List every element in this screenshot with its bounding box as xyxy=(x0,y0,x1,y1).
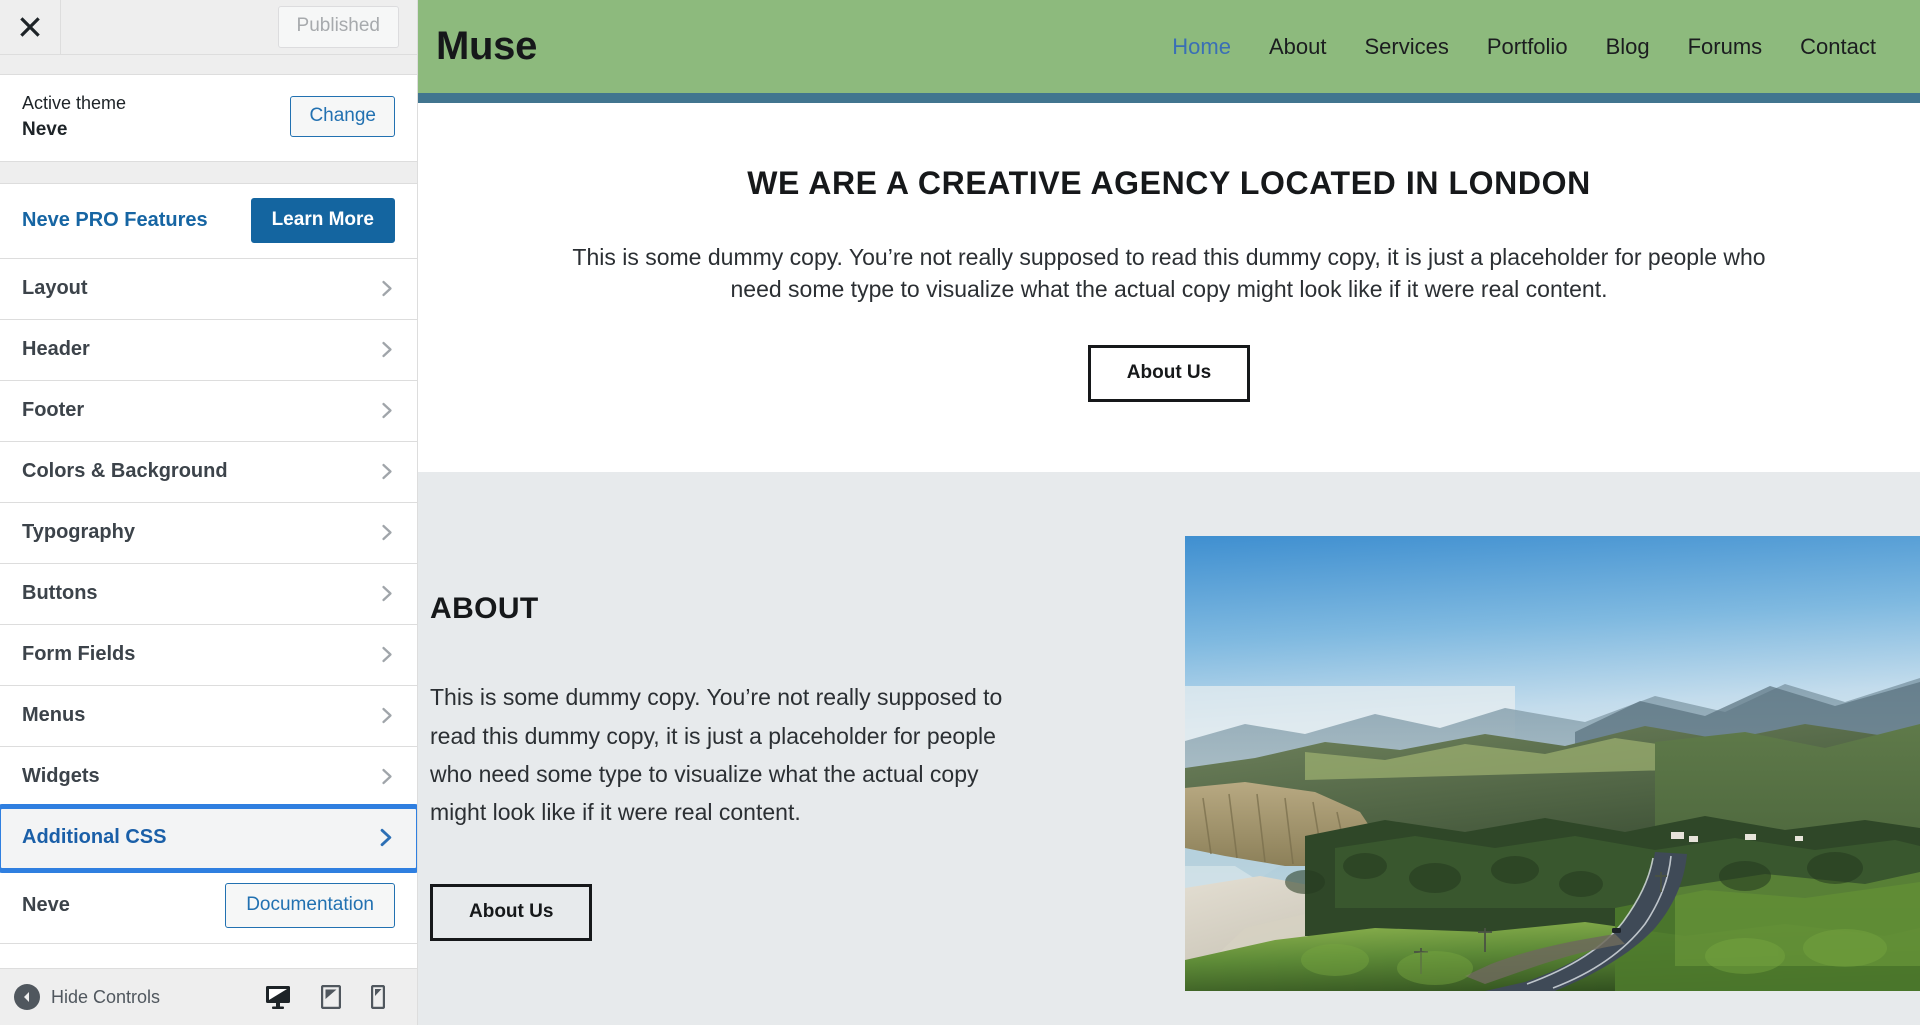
chevron-right-icon xyxy=(378,706,397,725)
tablet-preview-icon[interactable] xyxy=(321,985,341,1009)
collapse-left-icon xyxy=(14,984,40,1010)
topbar-divider-strip xyxy=(0,55,417,75)
neve-pro-row: Neve PRO Features Learn More xyxy=(0,183,417,259)
sidebar-item-layout[interactable]: Layout xyxy=(0,258,417,320)
theme-footer-row: Neve Documentation xyxy=(0,868,417,944)
site-logo[interactable]: Muse xyxy=(436,24,537,69)
about-section: ABOUT This is some dummy copy. You’re no… xyxy=(418,472,1920,1025)
pro-divider-strip xyxy=(0,161,417,184)
customizer-bottom-bar: Hide Controls xyxy=(0,968,417,1025)
sidebar-item-footer[interactable]: Footer xyxy=(0,380,417,442)
publish-area: Published xyxy=(61,0,417,54)
customizer-topbar: Published xyxy=(0,0,417,55)
change-theme-button[interactable]: Change xyxy=(290,96,395,138)
chevron-right-icon xyxy=(378,340,397,359)
sidebar-item-widgets[interactable]: Widgets xyxy=(0,746,417,808)
active-theme-name: Neve xyxy=(22,119,68,141)
active-theme-label: Active theme xyxy=(22,93,127,113)
sidebar-item-label: Form Fields xyxy=(22,643,136,666)
hide-controls-label: Hide Controls xyxy=(51,986,161,1007)
site-preview: Muse Home About Services Portfolio Blog … xyxy=(418,0,1920,1025)
sidebar-item-label: Additional CSS xyxy=(22,826,167,849)
neve-pro-label: Neve PRO Features xyxy=(22,208,208,231)
desktop-preview-icon[interactable] xyxy=(265,985,291,1009)
publish-button[interactable]: Published xyxy=(277,6,399,48)
nav-item-forums[interactable]: Forums xyxy=(1688,34,1763,60)
site-navigation: Home About Services Portfolio Blog Forum… xyxy=(1172,34,1876,60)
mobile-preview-icon[interactable] xyxy=(371,985,385,1009)
chevron-right-icon xyxy=(378,767,397,786)
hide-controls-button[interactable]: Hide Controls xyxy=(14,984,265,1010)
active-theme-info: Active theme Neve xyxy=(22,91,126,143)
nav-item-about[interactable]: About xyxy=(1269,34,1327,60)
chevron-right-icon xyxy=(378,645,397,664)
chevron-right-icon xyxy=(378,279,397,298)
chevron-right-icon xyxy=(378,462,397,481)
sidebar-item-label: Header xyxy=(22,338,90,361)
sidebar-item-label: Typography xyxy=(22,521,135,544)
hero-copy: This is some dummy copy. You’re not real… xyxy=(572,244,1766,302)
about-text-column: ABOUT This is some dummy copy. You’re no… xyxy=(418,536,1078,941)
nav-item-home[interactable]: Home xyxy=(1172,34,1231,60)
hero-section: WE ARE A CREATIVE AGENCY LOCATED IN LOND… xyxy=(418,103,1920,473)
sidebar-item-typography[interactable]: Typography xyxy=(0,502,417,564)
about-copy: This is some dummy copy. You’re not real… xyxy=(430,684,1003,826)
theme-footer-name: Neve xyxy=(22,893,70,916)
nav-item-blog[interactable]: Blog xyxy=(1606,34,1650,60)
sidebar-item-label: Layout xyxy=(22,277,88,300)
sidebar-item-label: Menus xyxy=(22,704,86,727)
chevron-right-icon xyxy=(378,584,397,603)
sidebar-item-label: Widgets xyxy=(22,765,100,788)
customizer-section-list: Neve PRO Features Learn More Layout Head… xyxy=(0,183,417,968)
chevron-right-icon xyxy=(378,401,397,420)
nav-item-services[interactable]: Services xyxy=(1364,34,1448,60)
hero-about-us-button[interactable]: About Us xyxy=(1087,345,1251,403)
chevron-right-icon xyxy=(378,523,397,542)
about-landscape-image xyxy=(1185,536,1920,992)
site-header: Muse Home About Services Portfolio Blog … xyxy=(418,0,1920,93)
learn-more-button[interactable]: Learn More xyxy=(250,197,395,243)
sidebar-item-menus[interactable]: Menus xyxy=(0,685,417,747)
sidebar-item-form-fields[interactable]: Form Fields xyxy=(0,624,417,686)
sidebar-item-header[interactable]: Header xyxy=(0,319,417,381)
sidebar-item-label: Buttons xyxy=(22,582,98,605)
active-theme-panel: Active theme Neve Change xyxy=(0,75,417,162)
about-about-us-button[interactable]: About Us xyxy=(430,883,593,941)
device-preview-switcher xyxy=(265,985,399,1009)
nav-item-portfolio[interactable]: Portfolio xyxy=(1487,34,1568,60)
sidebar-item-label: Colors & Background xyxy=(22,460,228,483)
hero-title: WE ARE A CREATIVE AGENCY LOCATED IN LOND… xyxy=(747,165,1591,201)
about-media-column xyxy=(1078,536,1920,992)
chevron-right-icon xyxy=(376,827,397,848)
about-title: ABOUT xyxy=(430,592,539,626)
sidebar-item-additional-css[interactable]: Additional CSS xyxy=(0,803,417,873)
sidebar-item-label: Footer xyxy=(22,399,85,422)
documentation-button[interactable]: Documentation xyxy=(225,882,395,928)
close-icon[interactable] xyxy=(0,0,61,54)
sidebar-item-colors-background[interactable]: Colors & Background xyxy=(0,441,417,503)
customizer-screen: Published Active theme Neve Change Neve … xyxy=(0,0,1920,1025)
nav-item-contact[interactable]: Contact xyxy=(1800,34,1876,60)
customizer-sidebar: Published Active theme Neve Change Neve … xyxy=(0,0,418,1025)
sidebar-item-buttons[interactable]: Buttons xyxy=(0,563,417,625)
header-accent-bar xyxy=(418,93,1920,103)
